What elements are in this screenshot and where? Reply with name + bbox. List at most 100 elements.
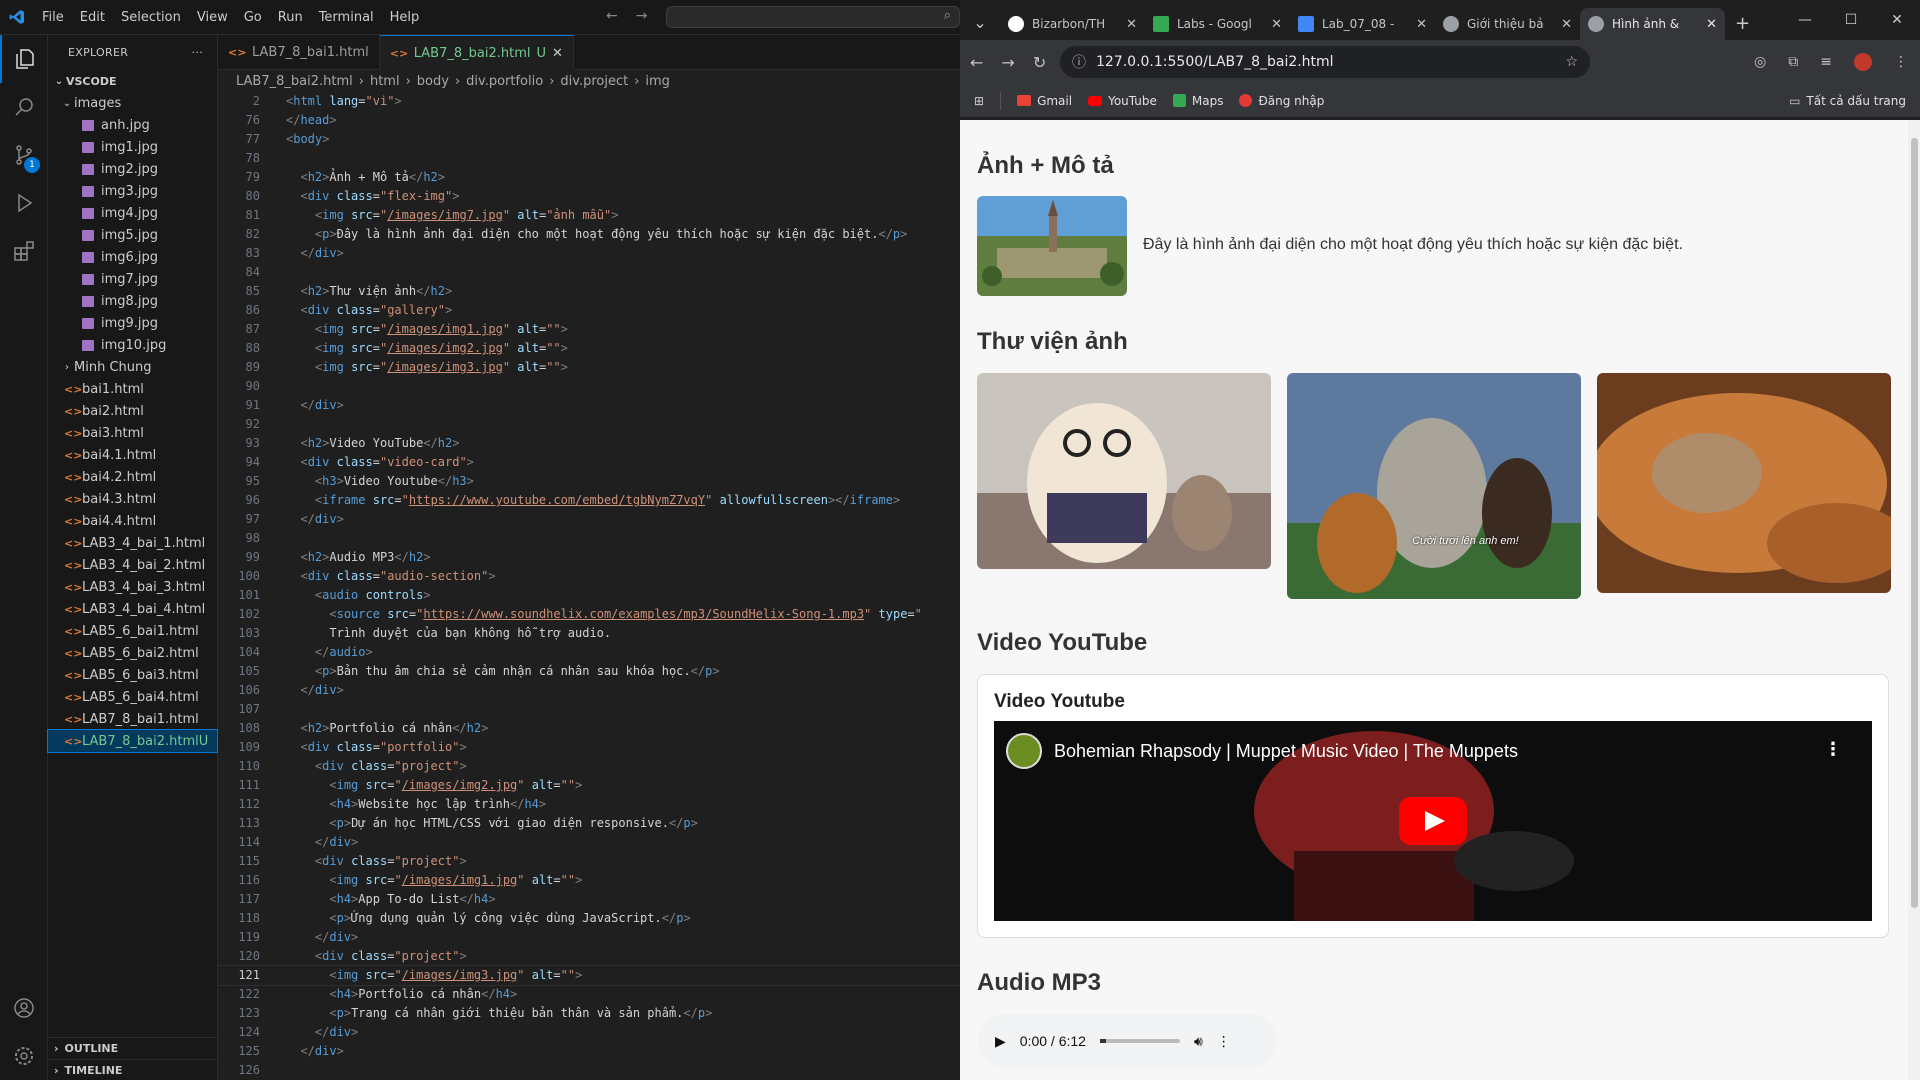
folder-images[interactable]: ⌄ images <box>48 92 217 114</box>
file-item[interactable]: img4.jpg <box>48 202 217 224</box>
file-item[interactable]: anh.jpg <box>48 114 217 136</box>
browser-tab-docs[interactable]: Lab_07_08 - ✕ <box>1290 8 1435 40</box>
file-item[interactable]: img8.jpg <box>48 290 217 312</box>
new-tab-icon[interactable]: + <box>1735 13 1750 34</box>
play-button-icon[interactable] <box>1399 797 1467 845</box>
profile-avatar[interactable] <box>1854 53 1872 71</box>
scrollbar-thumb[interactable] <box>1911 138 1918 908</box>
bookmark-gmail[interactable]: Gmail <box>1017 94 1072 108</box>
forward-arrow-icon[interactable]: → <box>636 8 648 24</box>
menu-file[interactable]: File <box>34 0 72 35</box>
menu-terminal[interactable]: Terminal <box>311 0 382 35</box>
file-item[interactable]: <> LAB7_8_bai1.html <box>48 708 217 730</box>
command-center-search[interactable]: ⌕ <box>666 6 960 28</box>
file-item-selected[interactable]: <> LAB7_8_bai2.html U <box>47 729 218 753</box>
file-item[interactable]: img2.jpg <box>48 158 217 180</box>
file-item[interactable]: <> LAB3_4_bai_2.html <box>48 554 217 576</box>
more-actions-icon[interactable]: ··· <box>192 46 203 59</box>
run-debug-icon[interactable] <box>0 179 48 227</box>
back-icon[interactable]: ← <box>970 53 983 72</box>
folder-minh-chung[interactable]: › Minh Chung <box>48 356 217 378</box>
workspace-root[interactable]: ⌄ VSCODE <box>48 70 217 92</box>
file-item[interactable]: <> LAB3_4_bai_1.html <box>48 532 217 554</box>
file-item[interactable]: img6.jpg <box>48 246 217 268</box>
source-control-icon[interactable]: 1 <box>0 131 48 179</box>
close-icon[interactable]: ✕ <box>1416 17 1427 32</box>
file-item[interactable]: img7.jpg <box>48 268 217 290</box>
menu-view[interactable]: View <box>189 0 236 35</box>
reload-icon[interactable]: ↻ <box>1033 53 1046 72</box>
file-item[interactable]: img1.jpg <box>48 136 217 158</box>
page-scrollbar[interactable] <box>1908 120 1920 1080</box>
explorer-icon[interactable] <box>0 35 48 83</box>
all-bookmarks[interactable]: ▭ Tất cả dấu trang <box>1789 94 1906 108</box>
account-icon[interactable] <box>0 984 48 1032</box>
audio-more-icon[interactable]: ⋮ <box>1217 1033 1231 1050</box>
file-item[interactable]: img3.jpg <box>48 180 217 202</box>
file-item[interactable]: <> bai4.4.html <box>48 510 217 532</box>
browser-tab-drive[interactable]: Labs - Googl ✕ <box>1145 8 1290 40</box>
close-window-icon[interactable]: ✕ <box>1874 0 1920 40</box>
search-activity-icon[interactable] <box>0 83 48 131</box>
outline-section[interactable]: › OUTLINE <box>48 1037 218 1059</box>
close-icon[interactable]: ✕ <box>1271 17 1282 32</box>
timeline-section[interactable]: › TIMELINE <box>48 1059 218 1080</box>
file-item[interactable]: img9.jpg <box>48 312 217 334</box>
settings-gear-icon[interactable] <box>0 1032 48 1080</box>
file-item[interactable]: <> bai1.html <box>48 378 217 400</box>
file-item[interactable]: <> LAB3_4_bai_3.html <box>48 576 217 598</box>
more-menu-icon[interactable]: ⋮ <box>1894 54 1908 70</box>
menu-run[interactable]: Run <box>270 0 311 35</box>
menu-go[interactable]: Go <box>236 0 270 35</box>
minimize-icon[interactable]: — <box>1782 0 1828 40</box>
breadcrumb-item[interactable]: div.portfolio <box>466 74 543 89</box>
file-item[interactable]: <> bai3.html <box>48 422 217 444</box>
breadcrumb-item[interactable]: div.project <box>560 74 628 89</box>
menu-selection[interactable]: Selection <box>113 0 189 35</box>
breadcrumb-item[interactable]: body <box>417 74 449 89</box>
browser-tab-intro[interactable]: Giới thiệu bả ✕ <box>1435 8 1580 40</box>
close-icon[interactable]: ✕ <box>1126 17 1137 32</box>
file-item[interactable]: <> LAB3_4_bai_4.html <box>48 598 217 620</box>
browser-tab-github[interactable]: Bizarbon/TH ✕ <box>1000 8 1145 40</box>
apps-grid-icon[interactable]: ⊞ <box>974 94 984 108</box>
code-editor[interactable]: 2 <html lang="vi"> 76 </head> 77 <body> 78 … <box>218 92 960 1080</box>
address-bar[interactable]: ⓘ 127.0.0.1:5500/LAB7_8_bai2.html ☆ <box>1060 46 1590 78</box>
bookmark-login[interactable]: Đăng nhập <box>1239 94 1324 108</box>
breadcrumb-item[interactable]: LAB7_8_bai2.html <box>236 74 353 89</box>
video-more-icon[interactable]: ⋮ <box>1824 739 1842 760</box>
audio-play-icon[interactable]: ▶ <box>995 1033 1006 1050</box>
volume-icon[interactable]: 🔊︎ <box>1194 1033 1203 1050</box>
breadcrumb-item[interactable]: html <box>370 74 400 89</box>
channel-avatar[interactable] <box>1006 733 1042 769</box>
tab-search-icon[interactable]: ⌄ <box>960 13 1000 32</box>
media-control-icon[interactable]: ≡ <box>1820 54 1832 70</box>
close-icon[interactable]: ✕ <box>552 46 563 61</box>
file-item[interactable]: <> bai4.3.html <box>48 488 217 510</box>
file-item[interactable]: <> LAB5_6_bai4.html <box>48 686 217 708</box>
bookmark-youtube[interactable]: YouTube <box>1088 94 1157 108</box>
extension-compass-icon[interactable]: ◎ <box>1754 54 1766 70</box>
back-arrow-icon[interactable]: ← <box>606 8 618 24</box>
file-item[interactable]: <> LAB5_6_bai2.html <box>48 642 217 664</box>
extensions-icon[interactable] <box>0 227 48 275</box>
youtube-embed[interactable]: Bohemian Rhapsody | Muppet Music Video |… <box>994 721 1872 921</box>
maximize-icon[interactable]: ☐ <box>1828 0 1874 40</box>
file-item[interactable]: <> bai2.html <box>48 400 217 422</box>
close-icon[interactable]: ✕ <box>1561 17 1572 32</box>
menu-edit[interactable]: Edit <box>72 0 113 35</box>
forward-icon[interactable]: → <box>1001 53 1014 72</box>
site-info-icon[interactable]: ⓘ <box>1072 52 1086 72</box>
file-item[interactable]: <> bai4.2.html <box>48 466 217 488</box>
menu-help[interactable]: Help <box>382 0 428 35</box>
audio-seek-bar[interactable] <box>1099 1039 1180 1043</box>
audio-player[interactable]: ▶ 0:00 / 6:12 🔊︎ ⋮ <box>977 1014 1277 1068</box>
tab-lab7-8-bai1[interactable]: <> LAB7_8_bai1.html <box>218 35 380 70</box>
tab-lab7-8-bai2[interactable]: <> LAB7_8_bai2.html U ✕ <box>379 35 574 70</box>
close-icon[interactable]: ✕ <box>1706 17 1717 32</box>
bookmark-maps[interactable]: Maps <box>1172 94 1223 108</box>
file-item[interactable]: img10.jpg <box>48 334 217 356</box>
browser-tab-active[interactable]: Hình ảnh & ✕ <box>1580 8 1725 40</box>
bookmark-star-icon[interactable]: ☆ <box>1565 54 1578 70</box>
file-item[interactable]: img5.jpg <box>48 224 217 246</box>
